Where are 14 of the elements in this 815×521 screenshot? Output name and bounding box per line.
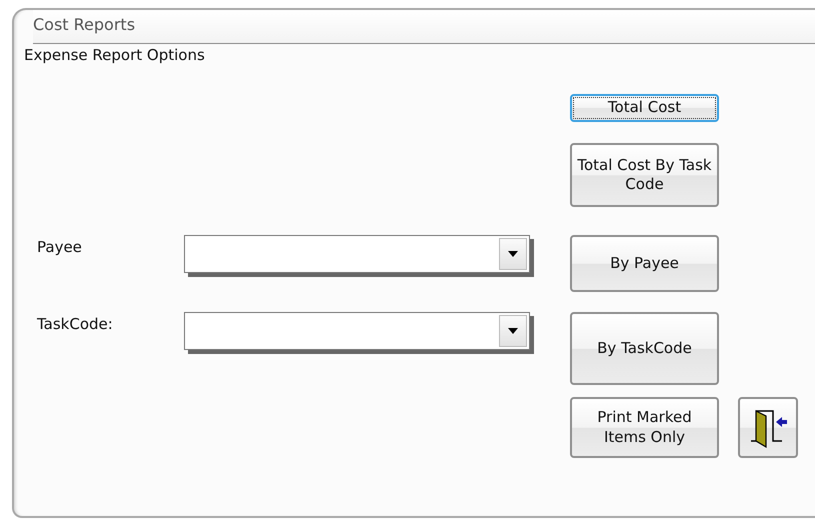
- report-button[interactable]: Total Cost: [570, 94, 719, 122]
- report-button[interactable]: Print Marked Items Only: [570, 397, 719, 458]
- caret-icon: [508, 251, 518, 257]
- report-button[interactable]: Total Cost By Task Code: [570, 143, 719, 207]
- field-label: TaskCode:: [37, 315, 114, 333]
- report-button[interactable]: By TaskCode: [570, 312, 719, 385]
- window-title: Cost Reports: [33, 15, 136, 34]
- exit-button[interactable]: [738, 397, 798, 458]
- dropdown-button[interactable]: [499, 315, 527, 347]
- caret-icon: [508, 328, 518, 334]
- field-label: Payee: [37, 238, 83, 256]
- section-heading: Expense Report Options: [24, 46, 206, 64]
- report-button[interactable]: By Payee: [570, 235, 719, 292]
- dropdown-button[interactable]: [499, 238, 527, 270]
